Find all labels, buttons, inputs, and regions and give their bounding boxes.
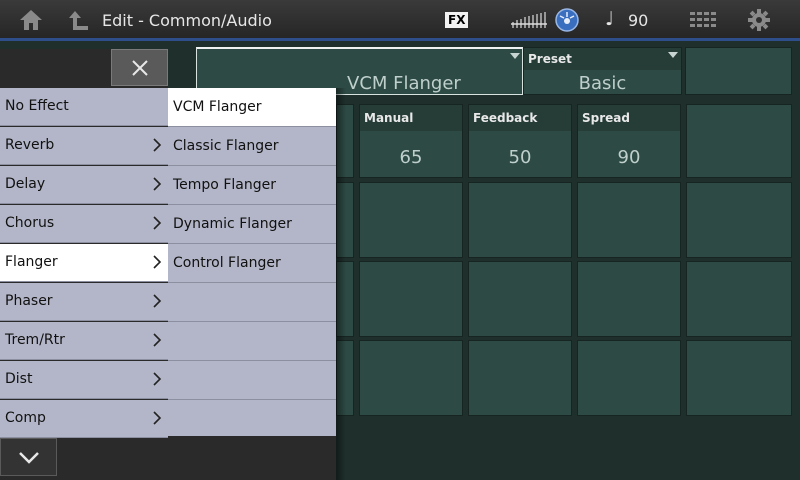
category-item[interactable]: Dist (0, 361, 168, 399)
type-label: Control Flanger (173, 255, 281, 271)
chevron-right-icon (153, 411, 162, 425)
empty-cell (468, 340, 572, 416)
grid-icon[interactable] (690, 12, 716, 28)
chevron-right-icon (153, 177, 162, 191)
tempo-note-icon: ♩ (605, 8, 614, 30)
empty-cell (577, 340, 681, 416)
empty-cell (685, 47, 792, 95)
type-item[interactable]: Classic Flanger (168, 127, 336, 166)
empty-cell (468, 182, 572, 258)
scroll-down-button[interactable] (0, 438, 57, 476)
category-label: Flanger (5, 254, 58, 270)
category-item[interactable]: Phaser (0, 283, 168, 321)
chevron-right-icon (153, 138, 162, 152)
category-label: No Effect (5, 98, 69, 114)
type-label: VCM Flanger (173, 99, 262, 115)
effect-type-value: VCM Flanger (347, 73, 461, 94)
home-icon[interactable] (18, 8, 44, 32)
empty-cell (577, 261, 681, 337)
category-item[interactable]: Delay (0, 166, 168, 204)
preset-label: Preset (528, 52, 572, 66)
category-label: Chorus (5, 215, 55, 231)
category-label: Comp (5, 410, 46, 426)
chevron-right-icon (153, 255, 162, 269)
empty-cell (359, 182, 463, 258)
category-label: Reverb (5, 137, 55, 153)
param-label: Manual (364, 111, 414, 125)
empty-cell (686, 104, 792, 178)
chevron-right-icon (153, 294, 162, 308)
type-item[interactable]: Dynamic Flanger (168, 205, 336, 244)
empty-cell (359, 261, 463, 337)
empty-cell (359, 340, 463, 416)
category-item[interactable]: Comp (0, 400, 168, 438)
category-item[interactable]: Reverb (0, 127, 168, 165)
type-item-empty (168, 400, 336, 439)
menu-shadow (336, 88, 346, 480)
type-label: Tempo Flanger (173, 177, 276, 193)
empty-cell (686, 261, 792, 337)
type-item-selected[interactable]: VCM Flanger (168, 88, 336, 127)
chevron-right-icon (153, 333, 162, 347)
type-item-empty (168, 283, 336, 322)
top-bar: Edit - Common/Audio FX ♩ 90 (0, 0, 800, 41)
param-label: Feedback (473, 111, 538, 125)
category-label: Delay (5, 176, 46, 192)
page-title: Edit - Common/Audio (102, 11, 272, 30)
param-feedback[interactable]: Feedback 50 (468, 104, 572, 178)
preset-field[interactable]: Preset Basic (523, 47, 682, 95)
empty-cell (686, 182, 792, 258)
param-value: 50 (508, 147, 532, 168)
param-label: Spread (582, 111, 630, 125)
category-item[interactable]: No Effect (0, 88, 168, 126)
type-item[interactable]: Control Flanger (168, 244, 336, 283)
empty-cell (468, 261, 572, 337)
category-label: Trem/Rtr (5, 332, 65, 348)
category-item[interactable]: Chorus (0, 205, 168, 243)
category-item[interactable]: Trem/Rtr (0, 322, 168, 360)
gear-icon[interactable] (748, 9, 770, 31)
type-list-footer (168, 436, 336, 480)
empty-cell (686, 340, 792, 416)
type-label: Dynamic Flanger (173, 216, 292, 232)
param-manual[interactable]: Manual 65 (359, 104, 463, 178)
type-item-empty (168, 361, 336, 400)
close-icon (132, 60, 148, 76)
type-item-empty (168, 322, 336, 361)
up-arrow-icon[interactable] (68, 8, 92, 32)
empty-cell (577, 182, 681, 258)
preset-value: Basic (578, 73, 627, 94)
param-spread[interactable]: Spread 90 (577, 104, 681, 178)
disc-icon[interactable] (555, 8, 579, 32)
chevron-right-icon (153, 372, 162, 386)
param-value: 90 (617, 147, 641, 168)
chevron-right-icon (153, 216, 162, 230)
category-label: Dist (5, 371, 33, 387)
dropdown-arrow-icon (668, 52, 678, 58)
slider-icon[interactable] (510, 10, 548, 30)
tempo-value[interactable]: 90 (628, 11, 648, 30)
chevron-down-icon (19, 452, 39, 464)
type-item[interactable]: Tempo Flanger (168, 166, 336, 205)
dropdown-arrow-icon (510, 53, 520, 59)
param-value: 65 (399, 147, 423, 168)
type-label: Classic Flanger (173, 138, 279, 154)
close-button[interactable] (111, 49, 168, 86)
fx-badge[interactable]: FX (445, 12, 469, 28)
category-label: Phaser (5, 293, 53, 309)
category-item-selected[interactable]: Flanger (0, 244, 168, 282)
